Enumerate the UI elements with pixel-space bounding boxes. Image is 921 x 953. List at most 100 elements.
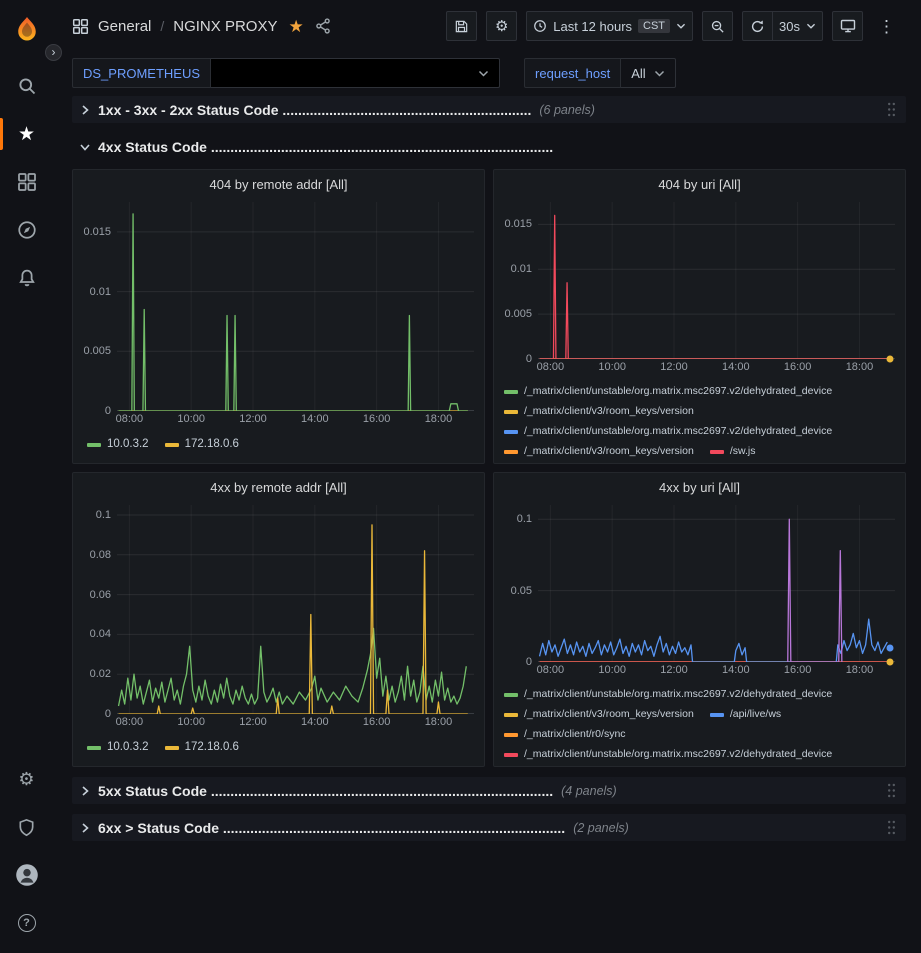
top-navbar: General / NGINX PROXY ★ ⚙ — [53, 0, 921, 52]
legend-series-marker — [504, 713, 518, 717]
x-axis: 08:0010:0012:0014:0016:0018:00 — [117, 716, 474, 732]
dashboard-row-6xx[interactable]: 6xx > Status Code ......................… — [72, 814, 906, 841]
row-title: 1xx - 3xx - 2xx Status Code — [98, 102, 282, 118]
sidebar-item-server-admin[interactable] — [0, 803, 53, 851]
x-axis-tick-label: 16:00 — [784, 664, 812, 676]
chevron-down-icon — [80, 142, 90, 152]
x-axis-tick-label: 10:00 — [598, 361, 626, 373]
sidebar-expand-button[interactable]: › — [45, 44, 62, 61]
breadcrumb-section[interactable]: General — [98, 18, 151, 35]
legend-item[interactable]: 10.0.3.2 — [87, 436, 149, 453]
legend-item[interactable]: /_matrix/client/v3/room_keys/version — [504, 706, 694, 723]
legend-series-marker — [504, 450, 518, 454]
y-axis-tick-label: 0 — [105, 405, 111, 417]
y-axis-tick-label: 0.02 — [90, 668, 111, 680]
legend-item[interactable]: /_matrix/client/r0/sync — [504, 726, 626, 743]
y-axis-tick-label: 0.1 — [517, 513, 532, 525]
refresh-button-group: 30s — [742, 11, 823, 41]
grafana-logo[interactable] — [9, 12, 45, 48]
zoom-out-button[interactable] — [702, 11, 733, 41]
sidebar-item-configuration[interactable]: ⚙ — [0, 755, 53, 803]
x-axis-tick-label: 08:00 — [537, 361, 565, 373]
refresh-interval-select[interactable]: 30s — [773, 11, 823, 41]
dashboard-row-4xx[interactable]: 4xx Status Code ........................… — [72, 133, 906, 160]
cycle-view-mode-button[interactable] — [832, 11, 863, 41]
grafana-flame-icon — [12, 15, 42, 45]
sidebar-item-dashboards[interactable] — [0, 158, 53, 206]
x-axis: 08:0010:0012:0014:0016:0018:00 — [538, 664, 895, 680]
series-line — [540, 215, 889, 359]
time-range-label: Last 12 hours — [553, 19, 632, 34]
panel-title[interactable]: 404 by uri [All] — [494, 170, 905, 198]
legend-item[interactable]: /_matrix/client/unstable/org.matrix.msc2… — [504, 746, 832, 763]
legend-series-marker — [504, 390, 518, 394]
dashboard-row-1xx-3xx-2xx[interactable]: 1xx - 3xx - 2xx Status Code ............… — [72, 96, 906, 123]
chart-plot[interactable] — [117, 505, 474, 714]
row-panel-count: (4 panels) — [561, 784, 617, 798]
y-axis-tick-label: 0 — [526, 353, 532, 365]
y-axis: 00.0050.010.015 — [79, 202, 117, 411]
sidebar-item-starred[interactable]: ★ — [0, 110, 53, 158]
row-panel-count: (6 panels) — [539, 103, 595, 117]
sidebar-item-help[interactable]: ? — [0, 899, 53, 947]
row-drag-handle[interactable] — [885, 818, 898, 837]
legend-series-label: 172.18.0.6 — [185, 739, 239, 756]
legend-series-marker — [504, 410, 518, 414]
refresh-button[interactable] — [742, 11, 773, 41]
legend-series-label: /_matrix/client/unstable/org.matrix.msc2… — [524, 383, 832, 400]
save-dashboard-button[interactable] — [446, 11, 477, 41]
legend-item[interactable]: 10.0.3.2 — [87, 739, 149, 756]
legend-series-label: /_matrix/client/unstable/org.matrix.msc2… — [524, 423, 832, 440]
request-host-select[interactable]: All — [621, 58, 675, 88]
breadcrumb-dashboard-title[interactable]: NGINX PROXY — [173, 18, 277, 35]
legend-item[interactable]: /api/live/ws — [710, 706, 781, 723]
sidebar-item-explore[interactable] — [0, 206, 53, 254]
more-options-menu[interactable]: ⋮ — [872, 11, 901, 41]
y-axis-tick-label: 0.005 — [83, 345, 111, 357]
legend-item[interactable]: /_matrix/client/unstable/org.matrix.msc2… — [504, 686, 832, 703]
series-endpoint-dot — [887, 644, 894, 651]
row-drag-handle[interactable] — [885, 100, 898, 119]
chevron-down-icon — [806, 22, 816, 30]
chart-plot[interactable] — [538, 505, 895, 662]
chart-plot[interactable] — [538, 202, 895, 359]
panel-title[interactable]: 4xx by remote addr [All] — [73, 473, 484, 501]
legend-item[interactable]: 172.18.0.6 — [165, 739, 239, 756]
refresh-interval-label: 30s — [779, 19, 800, 34]
share-icon[interactable] — [315, 18, 331, 34]
sidebar-bottom-group: ⚙ ? — [0, 755, 53, 947]
legend-item[interactable]: /sw.js — [710, 443, 756, 460]
dashboard-row-5xx[interactable]: 5xx Status Code ........................… — [72, 777, 906, 804]
y-axis-tick-label: 0.005 — [504, 308, 532, 320]
chevron-down-icon — [676, 22, 686, 30]
dashboard-settings-button[interactable]: ⚙ — [486, 11, 517, 41]
legend-item[interactable]: /_matrix/client/v3/room_keys/version — [504, 443, 694, 460]
favorite-star-icon[interactable]: ★ — [288, 18, 303, 35]
x-axis-tick-label: 10:00 — [177, 716, 205, 728]
y-axis-tick-label: 0.06 — [90, 589, 111, 601]
sidebar-item-alerting[interactable] — [0, 254, 53, 302]
sidebar-item-search[interactable] — [0, 62, 53, 110]
legend-item[interactable]: /_matrix/client/v3/room_keys/version — [504, 403, 694, 420]
main-area: General / NGINX PROXY ★ ⚙ — [53, 0, 921, 953]
datasource-select[interactable] — [211, 58, 500, 88]
legend-item[interactable]: /_matrix/client/unstable/org.matrix.msc2… — [504, 423, 832, 440]
series-line — [540, 619, 888, 662]
legend-item[interactable]: /_matrix/client/unstable/org.matrix.msc2… — [504, 383, 832, 400]
sidebar-item-profile[interactable] — [0, 851, 53, 899]
y-axis-tick-label: 0.1 — [96, 509, 111, 521]
row-drag-handle[interactable] — [885, 781, 898, 800]
legend: 10.0.3.2 172.18.0.6 — [73, 732, 484, 766]
x-axis-tick-label: 10:00 — [598, 664, 626, 676]
compass-icon — [17, 220, 37, 240]
panel-title[interactable]: 4xx by uri [All] — [494, 473, 905, 501]
series-endpoint-dot — [887, 659, 894, 666]
panel-title[interactable]: 404 by remote addr [All] — [73, 170, 484, 198]
legend-series-label: 172.18.0.6 — [185, 436, 239, 453]
legend-series-marker — [165, 746, 179, 750]
row-title-dots: ........................................… — [223, 820, 565, 836]
dashboard-variables-bar: DS_PROMETHEUS request_host All — [53, 52, 921, 92]
chart-plot[interactable] — [117, 202, 474, 411]
legend-item[interactable]: 172.18.0.6 — [165, 436, 239, 453]
time-range-picker[interactable]: Last 12 hours CST — [526, 11, 693, 41]
